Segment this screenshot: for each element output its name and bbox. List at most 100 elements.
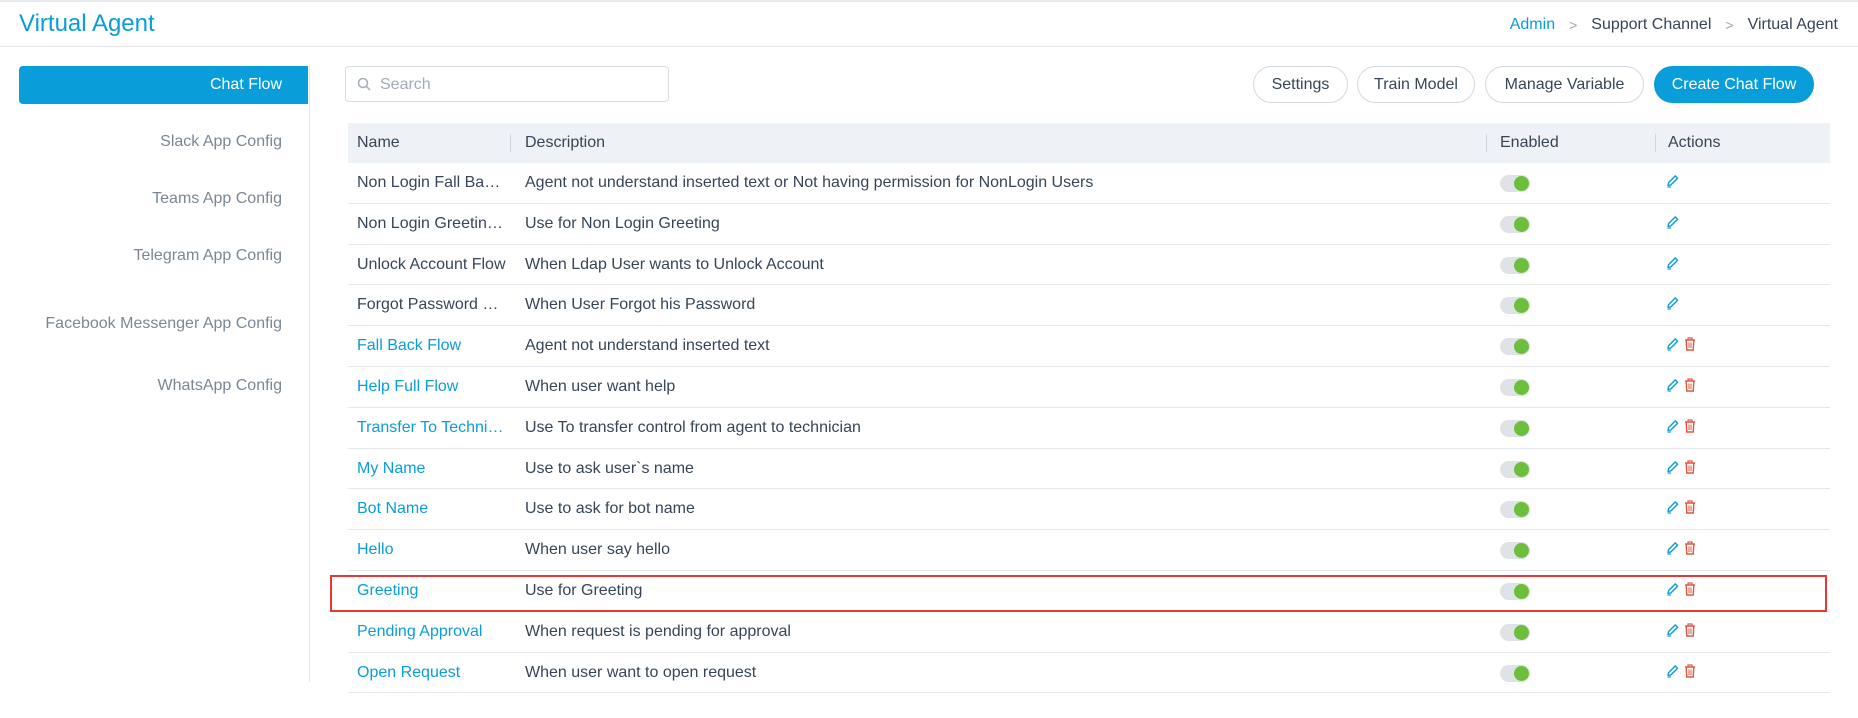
pencil-icon[interactable] <box>1666 256 1679 275</box>
enabled-toggle[interactable] <box>1500 501 1530 519</box>
breadcrumb-admin[interactable]: Admin <box>1510 16 1555 34</box>
enabled-toggle[interactable] <box>1500 338 1530 356</box>
enabled-toggle[interactable] <box>1500 419 1530 437</box>
manage-variable-button[interactable]: Manage Variable <box>1485 66 1644 103</box>
enabled-toggle[interactable] <box>1500 175 1530 192</box>
enabled-toggle[interactable] <box>1500 542 1530 560</box>
flow-description: Use for Greeting <box>525 581 643 599</box>
pencil-icon[interactable] <box>1666 174 1679 193</box>
sidebar-item-teams-app-config[interactable]: Teams App Config <box>19 180 308 218</box>
table-row: Unlock Account Flow When Ldap User wants … <box>348 245 1830 286</box>
flow-name[interactable]: Greeting <box>357 571 507 610</box>
enabled-toggle[interactable] <box>1500 215 1530 233</box>
flow-name[interactable]: Bot Name <box>357 489 507 528</box>
flow-description: Agent not understand inserted text <box>525 337 770 355</box>
pencil-icon[interactable] <box>1666 460 1679 479</box>
pencil-icon[interactable] <box>1666 419 1679 438</box>
flow-name[interactable]: Transfer To Technic... <box>357 408 507 447</box>
breadcrumb: Admin > Support Channel > Virtual Agent <box>1510 16 1838 34</box>
table-body: Non Login Fall Back ... Agent not underst… <box>348 163 1830 694</box>
enabled-toggle[interactable] <box>1500 460 1530 478</box>
settings-button[interactable]: Settings <box>1253 66 1348 103</box>
pencil-icon[interactable] <box>1666 664 1679 683</box>
sidebar-item-telegram-app-config[interactable]: Telegram App Config <box>19 237 308 275</box>
trash-icon[interactable] <box>1684 500 1696 519</box>
flow-name[interactable]: My Name <box>357 449 507 488</box>
pencil-icon[interactable] <box>1666 215 1679 234</box>
trash-icon[interactable] <box>1684 378 1696 397</box>
pencil-icon[interactable] <box>1666 378 1679 397</box>
toggle-knob <box>1514 339 1529 355</box>
trash-icon[interactable] <box>1684 582 1696 601</box>
trash-icon[interactable] <box>1684 623 1696 642</box>
enabled-toggle[interactable] <box>1500 256 1530 274</box>
column-header-name[interactable]: Name <box>357 123 400 163</box>
chevron-right-icon: > <box>1569 17 1578 33</box>
table-row: Greeting Use for Greeting <box>348 571 1830 612</box>
enabled-toggle[interactable] <box>1500 582 1530 600</box>
enabled-toggle[interactable] <box>1500 664 1530 682</box>
breadcrumb-virtual-agent: Virtual Agent <box>1747 16 1838 33</box>
table-row: Hello When user say hello <box>348 530 1830 571</box>
search-box <box>345 66 669 103</box>
flow-description: When user want to open request <box>525 663 757 681</box>
flow-description: When user say hello <box>525 541 670 559</box>
table-header: Name Description Enabled Actions <box>348 123 1830 163</box>
enabled-toggle[interactable] <box>1500 297 1530 315</box>
flow-name[interactable]: Pending Approval <box>357 612 507 651</box>
flow-description: Use for Non Login Greeting <box>525 214 720 232</box>
pencil-icon[interactable] <box>1666 582 1679 601</box>
flow-name[interactable]: Fall Back Flow <box>357 326 507 365</box>
flow-description: Agent not understand inserted text or No… <box>525 174 1094 191</box>
pencil-icon[interactable] <box>1666 337 1679 356</box>
flow-name: Forgot Password Fl... <box>357 296 507 314</box>
toggle-knob <box>1514 583 1529 599</box>
toggle-knob <box>1514 257 1529 273</box>
sidebar-item-slack-app-config[interactable]: Slack App Config <box>19 123 308 161</box>
trash-icon[interactable] <box>1684 663 1696 683</box>
flow-description: Use To transfer control from agent to te… <box>525 418 861 436</box>
column-divider <box>1486 134 1487 152</box>
column-divider <box>1655 134 1656 152</box>
flow-name[interactable]: Help Full Flow <box>357 367 507 406</box>
column-header-description[interactable]: Description <box>525 123 605 163</box>
flow-description: When Ldap User wants to Unlock Account <box>525 255 824 273</box>
column-divider <box>510 134 511 152</box>
column-header-enabled: Enabled <box>1500 134 1559 151</box>
trash-icon[interactable] <box>1684 337 1696 356</box>
pencil-icon[interactable] <box>1666 296 1679 315</box>
trash-icon[interactable] <box>1684 541 1696 560</box>
create-chat-flow-button[interactable]: Create Chat Flow <box>1654 66 1814 103</box>
sidebar-item-whatsapp-config[interactable]: WhatsApp Config <box>19 367 308 405</box>
table-row: Non Login Fall Back ... Agent not underst… <box>348 163 1830 204</box>
flow-name[interactable]: Open Request <box>357 653 507 692</box>
toggle-knob <box>1514 461 1529 477</box>
search-icon <box>357 77 371 91</box>
pencil-icon[interactable] <box>1666 541 1679 560</box>
enabled-toggle[interactable] <box>1500 378 1530 396</box>
train-model-button[interactable]: Train Model <box>1357 66 1475 103</box>
page-title: Virtual Agent <box>19 10 155 37</box>
sidebar-item-facebook-messenger-app-config[interactable]: Facebook Messenger App Config <box>19 305 308 343</box>
sidebar-item-chat-flow[interactable]: Chat Flow <box>19 66 308 104</box>
flow-name: Non Login Greeting ... <box>357 214 507 232</box>
toggle-knob <box>1514 665 1529 681</box>
table-row: Transfer To Technic... Use To transfer co… <box>348 408 1830 449</box>
flow-description: Use to ask user`s name <box>525 459 694 477</box>
flow-description: When user want help <box>525 377 676 395</box>
flow-name[interactable]: Hello <box>357 530 507 569</box>
flow-name: Unlock Account Flow <box>357 255 506 273</box>
table-row: Non Login Greeting ... Use for Non Login … <box>348 204 1830 245</box>
search-input[interactable] <box>378 67 662 103</box>
table-row: Bot Name Use to ask for bot name <box>348 489 1830 531</box>
pencil-icon[interactable] <box>1666 500 1679 519</box>
enabled-toggle[interactable] <box>1500 623 1530 641</box>
toggle-knob <box>1514 502 1529 518</box>
column-header-actions: Actions <box>1668 134 1721 151</box>
trash-icon[interactable] <box>1684 419 1696 438</box>
breadcrumb-support-channel[interactable]: Support Channel <box>1591 16 1711 34</box>
toggle-knob <box>1514 216 1529 232</box>
pencil-icon[interactable] <box>1666 623 1679 642</box>
chat-flow-table: Name Description Enabled Actions Non Log… <box>348 123 1830 694</box>
trash-icon[interactable] <box>1684 459 1696 479</box>
